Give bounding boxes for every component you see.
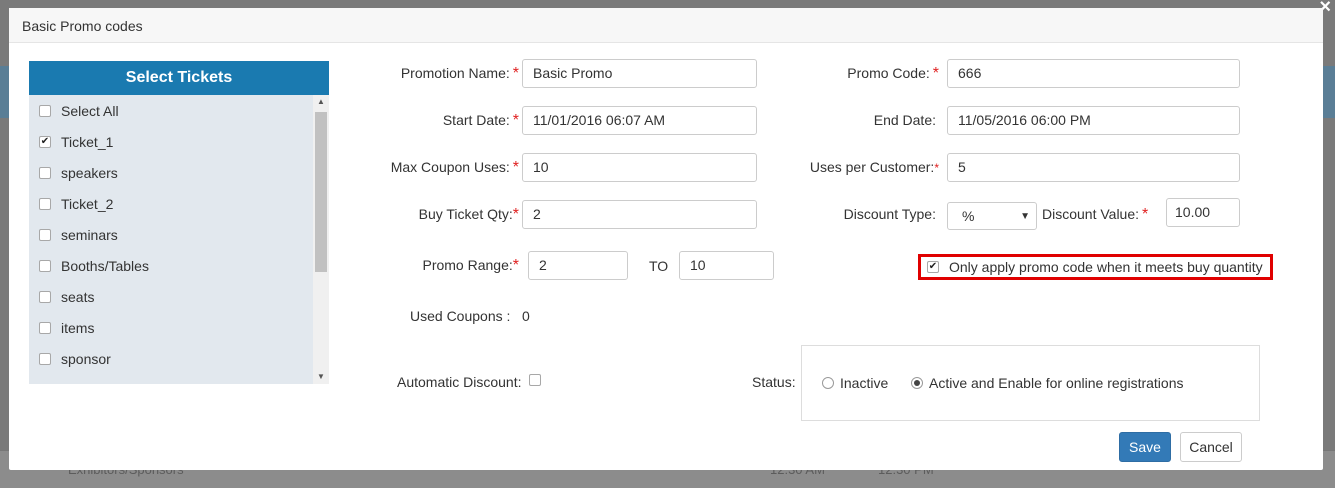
automatic-discount-label: Automatic Discount: <box>397 374 522 390</box>
discount-value-input[interactable]: 10.00 <box>1166 198 1240 227</box>
status-label: Status: <box>752 374 796 390</box>
only-apply-option[interactable]: ✔ Only apply promo code when it meets bu… <box>918 254 1273 280</box>
only-apply-label: Only apply promo code when it meets buy … <box>949 259 1263 275</box>
promo-code-label: Promo Code: * <box>847 65 939 82</box>
promo-code-input[interactable]: 666 <box>947 59 1240 88</box>
promo-range-to-label: TO <box>649 258 669 274</box>
ticket-checkbox[interactable] <box>39 104 51 117</box>
discount-value-label: Discount Value: * <box>1042 206 1149 223</box>
modal-title: Basic Promo codes <box>22 18 143 34</box>
ticket-label: Ticket_2 <box>61 195 114 212</box>
uses-per-customer-label: Uses per Customer:* <box>809 159 939 175</box>
ticket-panel: Select Tickets Select All ✔ Ticket_1speake… <box>29 61 329 384</box>
ticket-panel-header: Select Tickets <box>29 61 329 95</box>
discount-type-label: Discount Type: <box>843 206 936 222</box>
ticket-item[interactable]: speakers <box>29 157 313 188</box>
promo-range-label: Promo Range:* <box>422 257 519 274</box>
ticket-label: Ticket_1 <box>61 133 114 150</box>
ticket-checkbox[interactable] <box>39 321 51 334</box>
ticket-checkbox[interactable] <box>39 166 51 179</box>
status-inactive-radio[interactable] <box>822 377 834 389</box>
save-button[interactable]: Save <box>1119 432 1171 462</box>
promo-modal: Basic Promo codes Select Tickets Select … <box>9 8 1323 470</box>
max-coupon-uses-label: Max Coupon Uses: * <box>390 159 519 176</box>
ticket-checkbox[interactable] <box>39 352 51 365</box>
ticket-checkbox[interactable] <box>39 259 51 272</box>
promo-range-to-input[interactable]: 10 <box>679 251 774 280</box>
buy-ticket-qty-input[interactable]: 2 <box>522 200 757 229</box>
ticket-item[interactable]: items <box>29 312 313 343</box>
promo-range-from-input[interactable]: 2 <box>528 251 628 280</box>
status-active-radio[interactable] <box>911 377 923 389</box>
ticket-item[interactable]: Ticket_2 <box>29 188 313 219</box>
ticket-checkbox[interactable] <box>39 197 51 210</box>
status-active-label: Active and Enable for online registratio… <box>929 375 1184 391</box>
ticket-item[interactable]: sponsor <box>29 343 313 374</box>
only-apply-checkbox[interactable]: ✔ <box>927 261 939 273</box>
ticket-label: Select All <box>61 102 119 119</box>
chevron-down-icon: ▼ <box>1020 210 1030 222</box>
used-coupons-label: Used Coupons : <box>410 308 511 324</box>
status-active-option[interactable]: Active and Enable for online registratio… <box>911 375 1183 391</box>
ticket-item[interactable]: seats <box>29 281 313 312</box>
ticket-checkbox[interactable]: ✔ <box>39 135 51 148</box>
ticket-label: speakers <box>61 164 118 181</box>
scroll-up-icon[interactable]: ▲ <box>313 95 329 109</box>
status-inactive-label: Inactive <box>840 375 889 391</box>
status-inactive-option[interactable]: Inactive <box>822 375 888 391</box>
ticket-checkbox[interactable] <box>39 290 51 303</box>
ticket-item[interactable]: Booths/Tables <box>29 250 313 281</box>
ticket-label: seminars <box>61 226 118 243</box>
ticket-item[interactable]: seminars <box>29 219 313 250</box>
ticket-item[interactable]: ✔ Ticket_1 <box>29 126 313 157</box>
start-date-label: Start Date: * <box>442 112 519 129</box>
promotion-name-input[interactable]: Basic Promo <box>522 59 757 88</box>
cancel-button[interactable]: Cancel <box>1180 432 1242 462</box>
buy-ticket-qty-label: Buy Ticket Qty:* <box>418 206 519 223</box>
ticket-label: sponsor <box>61 350 111 367</box>
discount-type-select[interactable]: % ▼ <box>947 202 1037 230</box>
ticket-item[interactable]: Select All <box>29 95 313 126</box>
modal-header: Basic Promo codes <box>9 8 1323 43</box>
discount-type-selected: % <box>962 207 975 224</box>
promotion-name-label: Promotion Name: * <box>400 65 519 82</box>
status-box: Inactive Active and Enable for online re… <box>801 345 1260 421</box>
ticket-checkbox[interactable] <box>39 228 51 241</box>
uses-per-customer-input[interactable]: 5 <box>947 153 1240 182</box>
ticket-label: Booths/Tables <box>61 257 149 274</box>
end-date-label: End Date: <box>873 112 936 128</box>
scroll-down-icon[interactable]: ▼ <box>313 370 329 384</box>
ticket-scrollbar[interactable]: ▲ ▼ <box>313 95 329 384</box>
ticket-label: seats <box>61 288 95 305</box>
scroll-thumb[interactable] <box>315 112 327 272</box>
automatic-discount-checkbox[interactable] <box>529 374 541 386</box>
ticket-list: Select All ✔ Ticket_1 speakers Ticket_2semin… <box>29 95 313 384</box>
start-date-input[interactable]: 11/01/2016 06:07 AM <box>522 106 757 135</box>
ticket-label: items <box>61 319 95 336</box>
used-coupons-value: 0 <box>522 308 530 324</box>
end-date-input[interactable]: 11/05/2016 06:00 PM <box>947 106 1240 135</box>
max-coupon-uses-input[interactable]: 10 <box>522 153 757 182</box>
